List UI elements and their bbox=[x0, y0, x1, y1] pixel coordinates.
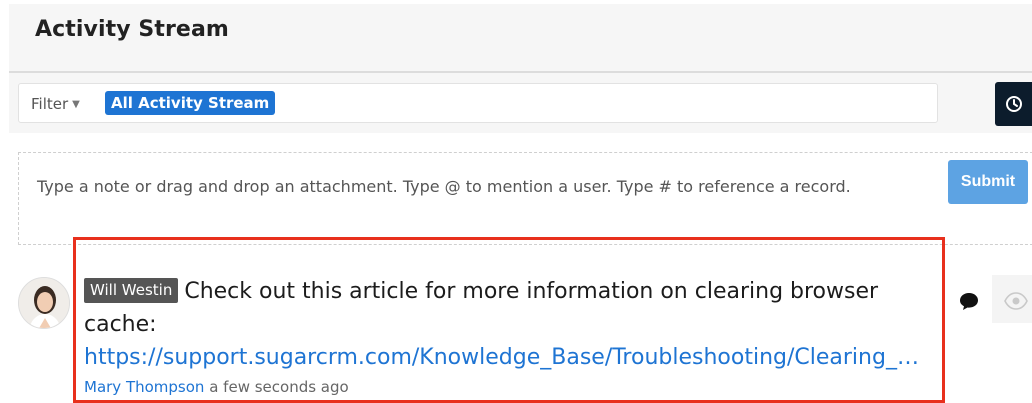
filter-dropdown[interactable]: Filter ▼ bbox=[31, 95, 80, 113]
top-clip bbox=[0, 0, 1032, 4]
avatar[interactable] bbox=[18, 277, 70, 329]
clock-icon bbox=[1006, 96, 1022, 112]
caret-down-icon: ▼ bbox=[72, 99, 80, 110]
page-title: Activity Stream bbox=[35, 17, 229, 42]
filter-label: Filter bbox=[31, 95, 69, 113]
post-body: Will Westin Check out this article for mo… bbox=[84, 275, 940, 341]
post-link[interactable]: https://support.sugarcrm.com/Knowledge_B… bbox=[84, 341, 940, 374]
activity-post: Will Westin Check out this article for mo… bbox=[84, 275, 940, 398]
avatar-image bbox=[19, 278, 69, 328]
post-meta: Mary Thompson a few seconds ago bbox=[84, 376, 940, 398]
submit-button[interactable]: Submit bbox=[948, 160, 1028, 204]
post-text: Check out this article for more informat… bbox=[84, 279, 879, 337]
eye-icon[interactable] bbox=[1003, 291, 1029, 311]
note-composer[interactable]: Type a note or drag and drop an attachme… bbox=[18, 152, 1032, 245]
posted-by-link[interactable]: Mary Thompson bbox=[84, 378, 204, 396]
author-tag[interactable]: Will Westin bbox=[84, 278, 179, 303]
activity-stream-header: Activity Stream bbox=[9, 0, 1032, 73]
post-time: a few seconds ago bbox=[209, 378, 349, 396]
timeline-toggle-button[interactable] bbox=[995, 82, 1032, 126]
comment-icon[interactable] bbox=[958, 290, 980, 312]
filter-bar[interactable]: Filter ▼ All Activity Stream bbox=[18, 83, 938, 123]
composer-input[interactable]: Type a note or drag and drop an attachme… bbox=[37, 173, 897, 201]
active-filter-pill[interactable]: All Activity Stream bbox=[105, 91, 276, 115]
